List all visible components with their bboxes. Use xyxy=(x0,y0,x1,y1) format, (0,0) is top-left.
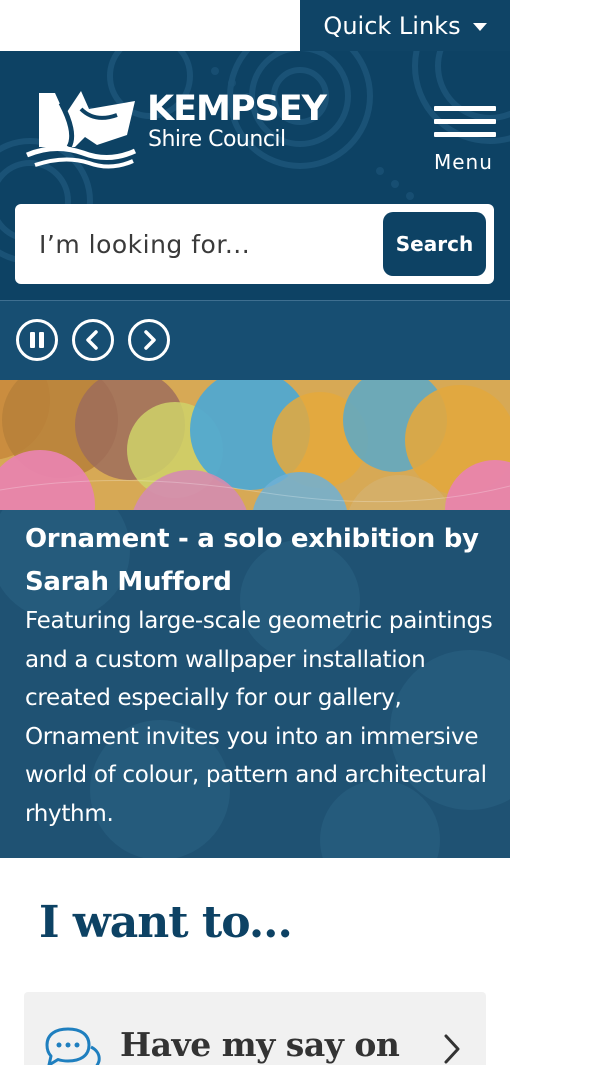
card-label: Have my say on xyxy=(120,1025,400,1064)
menu-label: Menu xyxy=(434,150,493,174)
chevron-right-icon xyxy=(144,330,156,350)
caret-down-icon xyxy=(472,22,487,31)
search-input[interactable] xyxy=(39,218,379,270)
pause-button[interactable] xyxy=(16,319,58,361)
slide-description: Featuring large-scale geometric painting… xyxy=(25,608,493,827)
page: Quick Links KEMPSEY Shire Council Menu I… xyxy=(0,0,510,1065)
geometric-painting-image xyxy=(0,380,510,510)
i-want-to-heading: I want to... xyxy=(39,897,293,948)
logo-wordmark: KEMPSEY xyxy=(147,89,327,129)
have-my-say-card[interactable]: Have my say on xyxy=(24,992,486,1065)
slider-controls xyxy=(0,300,510,381)
quick-links-bar: Quick Links xyxy=(0,0,510,51)
menu-button[interactable]: Menu xyxy=(430,106,500,174)
chevron-left-icon xyxy=(86,330,98,350)
speech-bubbles-icon xyxy=(45,1027,101,1065)
pause-icon xyxy=(30,332,44,348)
hamburger-icon-bar xyxy=(434,119,496,124)
hamburger-icon-bar xyxy=(434,132,496,137)
slide-caption: Ornament - a solo exhibition by Sarah Mu… xyxy=(0,510,510,858)
next-slide-button[interactable] xyxy=(128,319,170,361)
chevron-right-icon xyxy=(444,1034,460,1064)
site-header: KEMPSEY Shire Council Menu Search xyxy=(0,51,510,300)
previous-slide-button[interactable] xyxy=(72,319,114,361)
slide-image xyxy=(0,380,510,510)
slide-title[interactable]: Ornament - a solo exhibition by Sarah Mu… xyxy=(25,518,495,604)
search-form: Search xyxy=(15,204,494,284)
quick-links-label: Quick Links xyxy=(323,11,461,40)
hamburger-icon xyxy=(434,106,496,111)
quick-links-button[interactable]: Quick Links xyxy=(300,0,510,51)
kempsey-logo-icon xyxy=(26,91,137,169)
logo-subtitle: Shire Council xyxy=(148,127,286,152)
search-button[interactable]: Search xyxy=(383,212,486,276)
